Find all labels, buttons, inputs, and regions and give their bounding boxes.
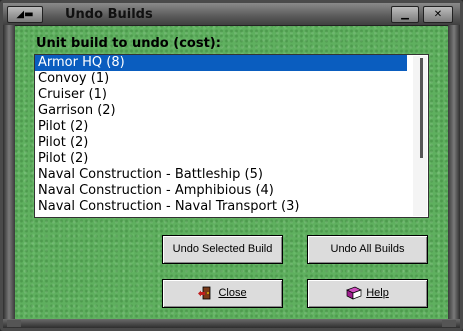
book-icon [346, 286, 363, 300]
help-label: Help [366, 287, 389, 299]
close-window-button[interactable]: ✕ [423, 6, 453, 23]
undo-all-label: Undo All Builds [330, 243, 405, 255]
system-menu-button[interactable]: ◢▬ [7, 6, 43, 23]
unit-build-list[interactable]: Armor HQ (8) Convoy (1) Cruiser (1) Garriso… [34, 54, 429, 218]
list-item[interactable]: Garrison (2) [35, 103, 407, 119]
list-item[interactable]: Pilot (2) [35, 151, 407, 167]
list-scrollbar[interactable] [413, 56, 427, 216]
undo-selected-build-button[interactable]: Undo Selected Build [162, 235, 283, 264]
resize-corner-left[interactable] [7, 320, 21, 327]
right-frame [448, 25, 460, 325]
bottom-frame [3, 319, 460, 328]
scrollbar-thumb[interactable] [420, 58, 423, 158]
list-item[interactable]: Pilot (2) [35, 119, 407, 135]
help-button[interactable]: Help [307, 279, 428, 308]
undo-selected-label: Undo Selected Build [172, 243, 273, 255]
left-frame [3, 25, 15, 325]
list-item[interactable]: Naval Construction - Naval Transport (3) [35, 199, 407, 215]
list-item[interactable]: Cruiser (1) [35, 87, 407, 103]
close-button[interactable]: Close [162, 279, 283, 308]
minimize-button[interactable]: ▁ [391, 6, 419, 23]
resize-corner-right[interactable] [442, 320, 456, 327]
title-bar[interactable]: ◢▬ Undo Builds ▁ ✕ [3, 3, 460, 26]
door-exit-icon [198, 286, 211, 300]
undo-builds-dialog: ◢▬ Undo Builds ▁ ✕ Unit build to undo (c… [0, 0, 463, 331]
list-item[interactable]: Convoy (1) [35, 71, 407, 87]
list-label: Unit build to undo (cost): [36, 36, 221, 51]
window-title: Undo Builds [65, 7, 153, 22]
list-item[interactable]: Pilot (2) [35, 135, 407, 151]
list-item[interactable]: Naval Construction - Amphibious (4) [35, 183, 407, 199]
list-item[interactable]: Armor HQ (8) [35, 55, 407, 71]
undo-all-builds-button[interactable]: Undo All Builds [307, 235, 428, 264]
list-item[interactable]: Naval Construction - Battleship (5) [35, 167, 407, 183]
close-label: Close [218, 287, 247, 299]
